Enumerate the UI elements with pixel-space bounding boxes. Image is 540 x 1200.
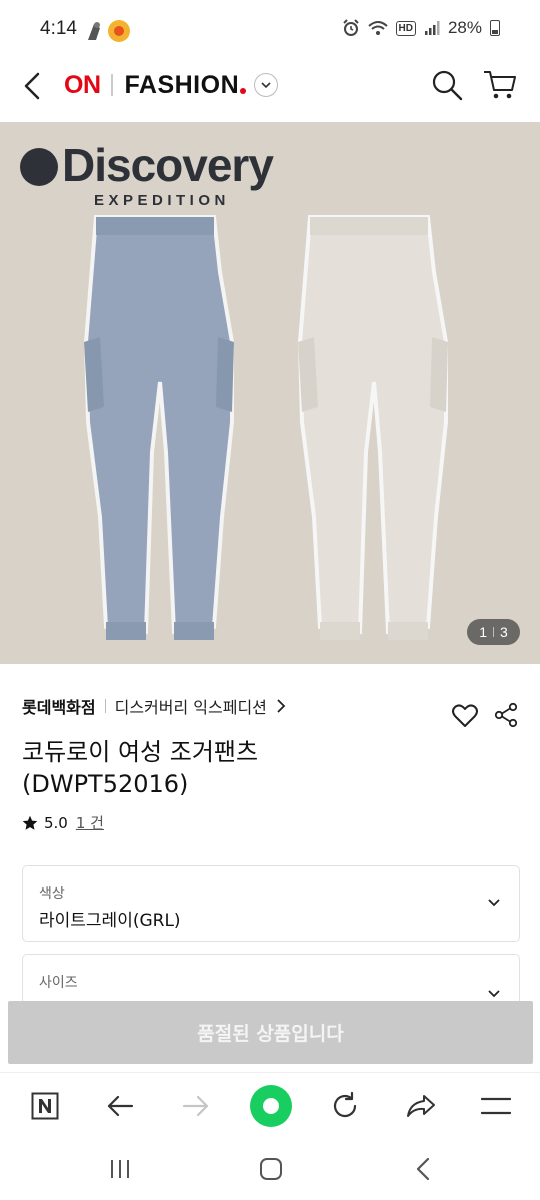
home-dot-icon [263, 1098, 279, 1114]
review-count-link[interactable]: 1 건 [76, 812, 104, 833]
app-header: ON FASHION [0, 60, 540, 122]
browser-forward-button[interactable] [180, 1090, 212, 1122]
browser-toolbar [0, 1072, 540, 1138]
star-icon [22, 815, 38, 830]
store-name[interactable]: 롯데백화점 [22, 694, 96, 718]
brand-link[interactable]: 디스커버리 익스페디션 [115, 694, 267, 718]
logo-main-text: Discovery [62, 139, 274, 191]
store-divider [104, 699, 106, 713]
hamburger-icon [481, 1097, 511, 1115]
hd-badge: HD [395, 20, 416, 36]
browser-share-button[interactable] [405, 1090, 437, 1122]
product-image-carousel[interactable]: Discovery EXPEDITION 1 3 [0, 122, 540, 664]
system-home-button[interactable] [260, 1158, 282, 1180]
color-select[interactable]: 색상 라이트그레이(GRL) [22, 865, 520, 942]
system-navigation-bar [0, 1138, 540, 1200]
share-icon[interactable] [494, 702, 518, 728]
brand-dot [240, 88, 247, 94]
notification-icon [88, 22, 100, 40]
arrow-right-icon [182, 1095, 209, 1117]
brand-on-text: ON [64, 70, 101, 99]
recent-apps-icon[interactable] [108, 1158, 132, 1180]
refresh-icon [333, 1091, 357, 1118]
chevron-down-icon [488, 899, 500, 907]
rating-value: 5.0 [44, 813, 68, 832]
cart-icon[interactable] [482, 68, 518, 102]
app-notification-icon [108, 20, 130, 42]
arrow-left-icon [107, 1095, 134, 1117]
browser-back-button[interactable] [104, 1090, 136, 1122]
page-total: 3 [500, 624, 508, 640]
discovery-logo: Discovery EXPEDITION [20, 139, 274, 209]
product-title-line1: 코듀로이 여성 조거팬츠 [22, 738, 259, 766]
wifi-icon [367, 21, 388, 35]
status-indicators: HD 28% [342, 18, 500, 38]
page-separator [493, 627, 494, 637]
heart-icon[interactable] [452, 704, 478, 728]
browser-menu-button[interactable] [480, 1090, 512, 1122]
brand-fashion-text: FASHION [124, 70, 240, 99]
signal-icon [424, 21, 440, 35]
naver-icon[interactable] [29, 1090, 61, 1122]
product-title: 코듀로이 여성 조거팬츠 (DWPT52016) [22, 736, 442, 800]
brand-dropdown-button[interactable] [254, 73, 279, 97]
alarm-icon [342, 19, 359, 36]
back-button[interactable] [18, 68, 46, 104]
soldout-button[interactable]: 품절된 상품입니다 [8, 1001, 533, 1064]
battery-percent: 28% [447, 18, 482, 37]
globe-icon [20, 148, 58, 186]
size-label: 사이즈 [39, 975, 78, 991]
status-bar: 4:14 HD 28% [0, 0, 540, 60]
search-icon[interactable] [430, 68, 464, 102]
chevron-down-icon [488, 990, 500, 998]
brand-logo[interactable]: ON FASHION [64, 70, 279, 100]
product-title-line2: (DWPT52016) [22, 770, 189, 798]
color-value: 라이트그레이(GRL) [39, 911, 181, 931]
refresh-button[interactable] [329, 1090, 361, 1122]
chevron-down-icon [261, 81, 271, 88]
color-label: 색상 [39, 886, 65, 902]
brand-separator [110, 74, 113, 96]
share-arrow-icon [407, 1095, 435, 1117]
rating-row: 5.0 1 건 [22, 812, 104, 833]
store-brand-row: 롯데백화점 디스커버리 익스페디션 [22, 694, 287, 718]
chevron-right-icon[interactable] [275, 699, 287, 713]
image-page-indicator: 1 3 [467, 619, 520, 645]
status-time: 4:14 [40, 18, 77, 39]
beige-pants [297, 215, 448, 640]
battery-icon [490, 20, 500, 36]
blue-pants [83, 215, 234, 640]
naver-n-icon [31, 1092, 59, 1120]
system-back-icon[interactable] [414, 1157, 432, 1181]
naver-home-button[interactable] [250, 1085, 292, 1127]
page-current: 1 [479, 624, 487, 640]
logo-sub-text: EXPEDITION [94, 192, 230, 209]
